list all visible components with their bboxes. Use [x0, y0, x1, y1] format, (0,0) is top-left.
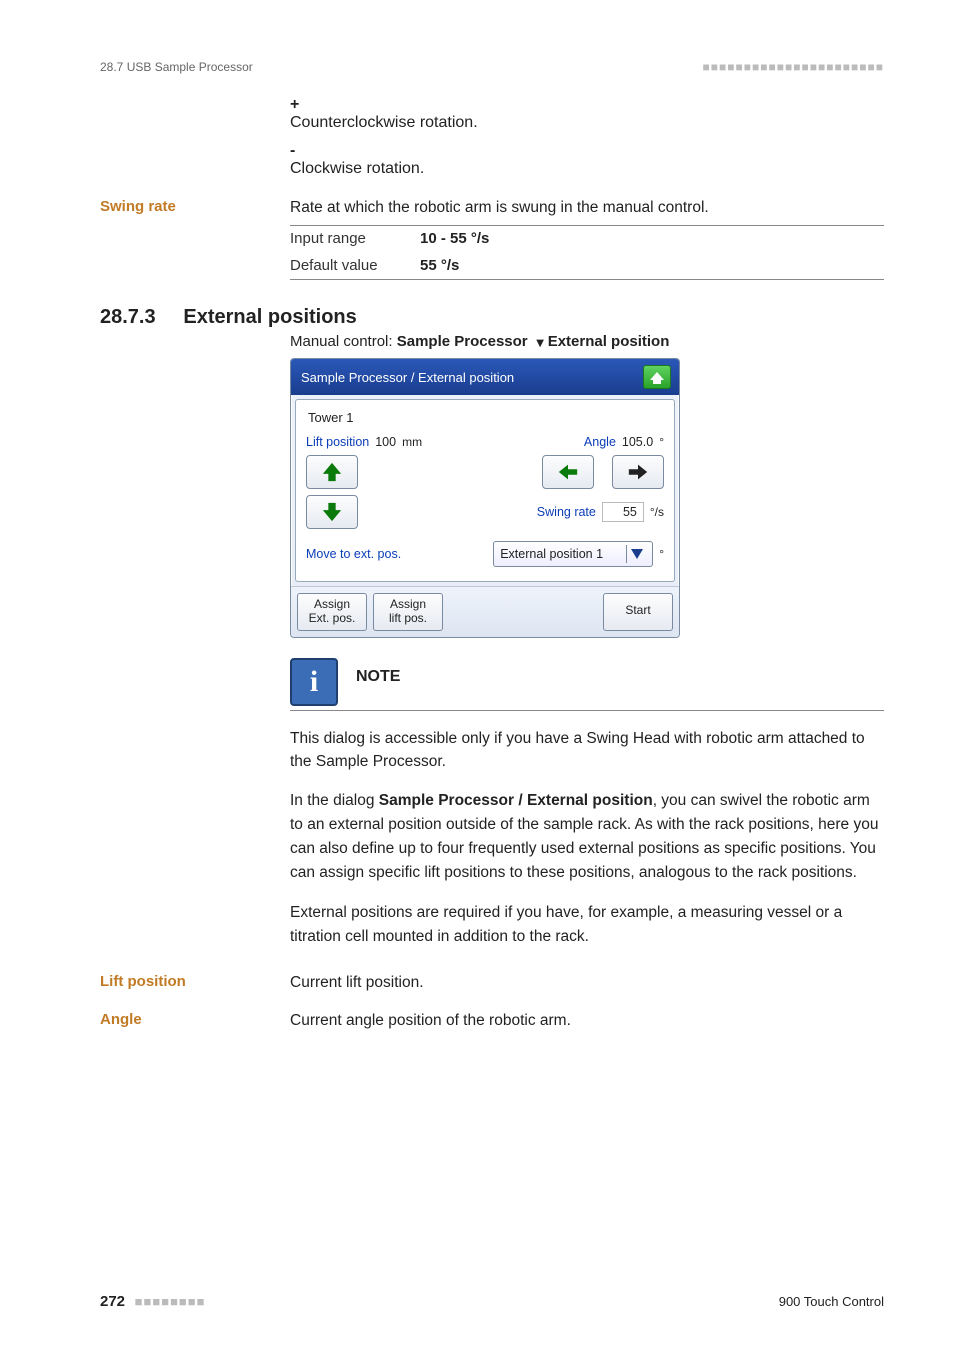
- external-position-selected: External position 1: [500, 547, 603, 561]
- default-value-label: Default value: [290, 253, 420, 280]
- angle-heading: Angle: [100, 1009, 290, 1028]
- footer-ornament: ■■■■■■■■: [135, 1294, 206, 1309]
- angle-value: 105.0: [622, 435, 653, 449]
- section-number: 28.7.3: [100, 306, 156, 328]
- para1-a: In the dialog: [290, 792, 379, 809]
- move-to-ext-pos-label: Move to ext. pos.: [306, 547, 401, 561]
- start-button[interactable]: Start: [603, 593, 673, 631]
- tower-label: Tower 1: [308, 410, 664, 425]
- lift-position-value: 100: [375, 435, 396, 449]
- assign-ext-pos-button[interactable]: Assign Ext. pos.: [297, 593, 367, 631]
- swing-right-button[interactable]: [612, 455, 664, 489]
- plus-desc: Counterclockwise rotation.: [290, 114, 884, 132]
- footer-product: 900 Touch Control: [779, 1294, 884, 1309]
- input-range-label: Input range: [290, 226, 420, 253]
- lift-position-unit: mm: [402, 435, 422, 449]
- arrow-left-icon: [557, 461, 579, 483]
- breadcrumb-b: External position: [548, 333, 670, 350]
- swing-rate-input[interactable]: 55: [602, 502, 644, 522]
- section-title: External positions: [183, 306, 356, 328]
- arrow-up-icon: [321, 461, 343, 483]
- external-position-dropdown[interactable]: External position 1: [493, 541, 653, 567]
- para1-b: Sample Processor / External position: [379, 792, 653, 809]
- default-value-value: 55 °/s: [420, 253, 884, 280]
- note-title: NOTE: [356, 668, 400, 696]
- swing-left-button[interactable]: [542, 455, 594, 489]
- plus-symbol: +: [290, 96, 884, 114]
- lift-position-heading: Lift position: [100, 971, 290, 990]
- swing-rate-label: Swing rate: [100, 196, 290, 215]
- assign-lift-pos-button[interactable]: Assign lift pos.: [373, 593, 443, 631]
- header-breadcrumb: 28.7 USB Sample Processor: [100, 60, 253, 74]
- assign-lift-pos-l2: lift pos.: [382, 612, 434, 626]
- angle-unit: °: [659, 435, 664, 449]
- angle-desc: Current angle position of the robotic ar…: [290, 1009, 884, 1032]
- default-value-row: Default value 55 °/s: [290, 253, 884, 280]
- lift-position-label: Lift position: [306, 435, 369, 449]
- lift-position-desc: Current lift position.: [290, 971, 884, 994]
- minus-symbol: -: [290, 142, 884, 160]
- swing-rate-desc: Rate at which the robotic arm is swung i…: [290, 196, 884, 219]
- arrow-down-icon: [321, 501, 343, 523]
- header-ornament: ■■■■■■■■■■■■■■■■■■■■■■: [703, 60, 884, 74]
- swing-rate-field-label: Swing rate: [537, 505, 596, 519]
- swing-rate-unit: °/s: [650, 505, 664, 519]
- lift-up-button[interactable]: [306, 455, 358, 489]
- angle-label: Angle: [584, 435, 616, 449]
- chevron-down-icon: [626, 545, 646, 563]
- assign-ext-pos-l2: Ext. pos.: [306, 612, 358, 626]
- breadcrumb-a: Sample Processor: [397, 333, 528, 350]
- screenshot: Sample Processor / External position Tow…: [290, 358, 680, 638]
- assign-lift-pos-l1: Assign: [382, 598, 434, 612]
- lift-down-button[interactable]: [306, 495, 358, 529]
- info-icon: i: [290, 658, 338, 706]
- screenshot-title: Sample Processor / External position: [301, 370, 514, 385]
- page-number: 272: [100, 1293, 125, 1310]
- input-range-row: Input range 10 - 55 °/s: [290, 226, 884, 253]
- external-position-unit: °: [659, 547, 664, 561]
- note-body: This dialog is accessible only if you ha…: [290, 727, 884, 774]
- para2: External positions are required if you h…: [290, 901, 884, 949]
- input-range-value: 10 - 55 °/s: [420, 226, 884, 253]
- assign-ext-pos-l1: Assign: [306, 598, 358, 612]
- breadcrumb-prefix: Manual control:: [290, 333, 397, 350]
- arrow-right-icon: [627, 461, 649, 483]
- home-button[interactable]: [643, 365, 671, 389]
- minus-desc: Clockwise rotation.: [290, 160, 884, 178]
- breadcrumb-separator-icon: ▶: [534, 340, 545, 348]
